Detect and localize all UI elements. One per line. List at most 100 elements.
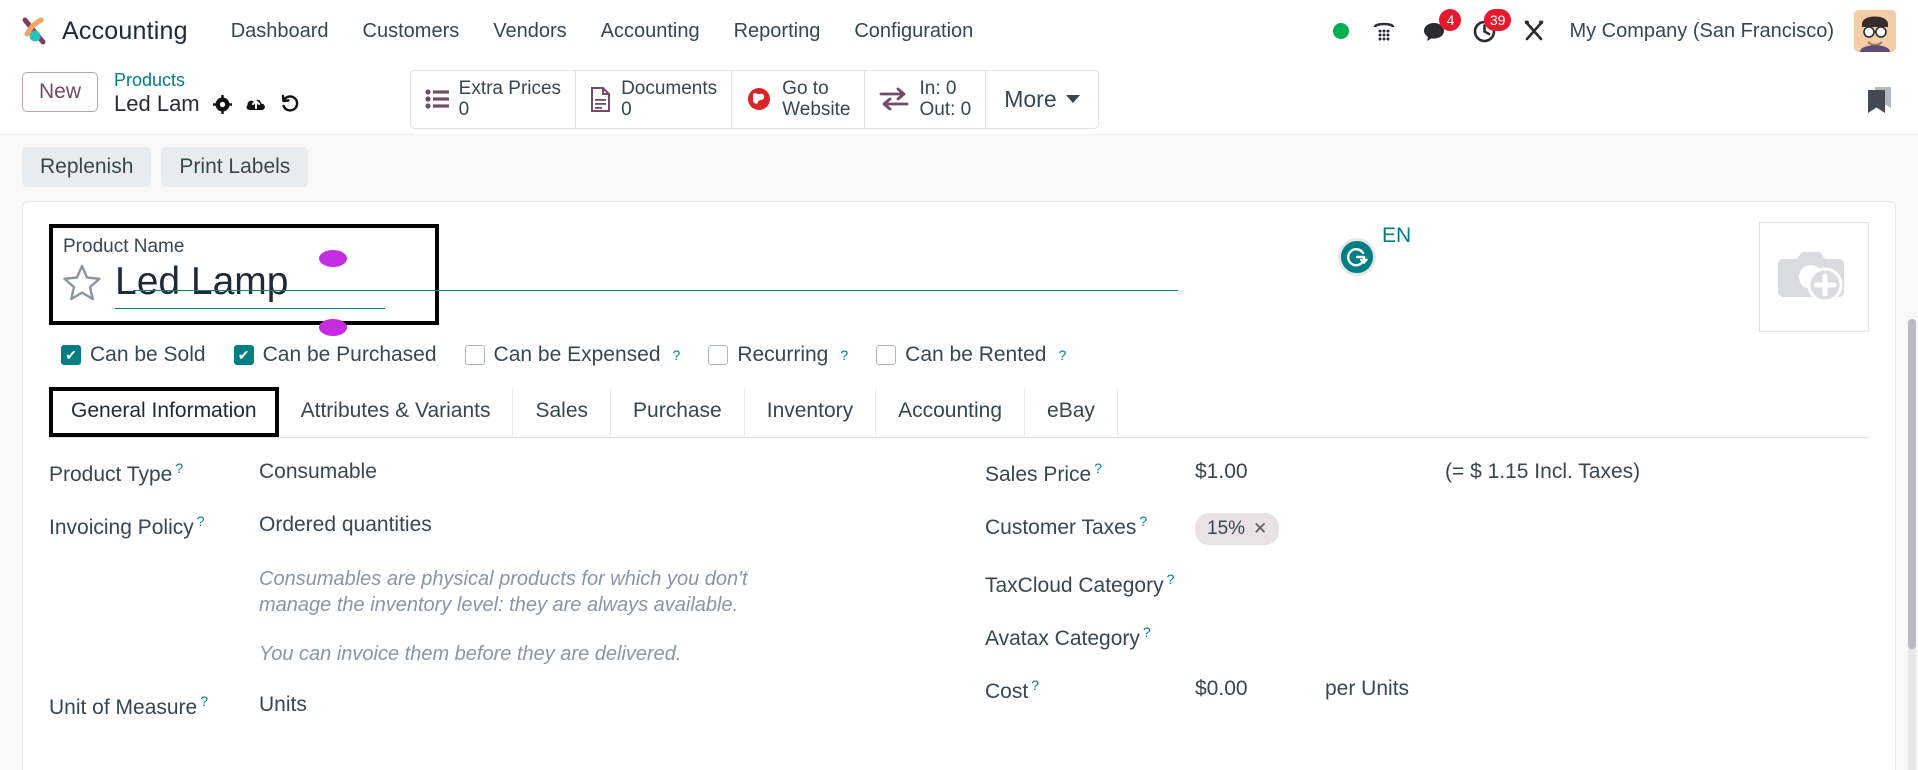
clock-activity-icon[interactable]: 39	[1469, 9, 1512, 46]
checkbox-item-can-be-rented[interactable]: Can be Rented ?	[876, 343, 1066, 367]
stat-buttons-group: Extra Prices 0 Documents 0 Go to Website…	[409, 70, 1099, 129]
stat-value-in: In: 0	[919, 78, 957, 99]
breadcrumb: Products Led Lam	[114, 70, 300, 117]
gear-icon[interactable]	[212, 94, 232, 114]
checkbox-item-can-be-expensed[interactable]: Can be Expensed ?	[464, 343, 681, 367]
label-invoicing-policy: Invoicing Policy?	[49, 513, 259, 540]
undo-discard-icon[interactable]	[280, 94, 300, 114]
checkbox-recurring[interactable]	[708, 345, 729, 365]
menu-item-reporting[interactable]: Reporting	[717, 12, 838, 51]
stat-button-in-out[interactable]: In: 0 Out: 0	[865, 71, 987, 128]
menu-item-vendors[interactable]: Vendors	[476, 12, 583, 51]
stat-button-extra-prices[interactable]: Extra Prices 0	[411, 71, 577, 128]
product-image-placeholder[interactable]	[1759, 222, 1869, 332]
checkbox-item-can-be-purchased[interactable]: Can be Purchased	[233, 343, 437, 367]
help-icon-product-type[interactable]: ?	[175, 460, 183, 476]
label-taxcloud-category-text: TaxCloud Category	[985, 574, 1164, 597]
help-icon-invoicing-policy[interactable]: ?	[197, 513, 205, 529]
document-icon	[590, 86, 611, 112]
hint-sales-price-incl-taxes: (= $ 1.15 Incl. Taxes)	[1445, 460, 1641, 483]
label-cost: Cost?	[985, 677, 1195, 704]
cloud-upload-save-icon[interactable]	[245, 95, 267, 113]
top-navbar: Accounting Dashboard Customers Vendors A…	[0, 0, 1918, 62]
brand[interactable]: Accounting	[18, 14, 188, 48]
menu-item-configuration[interactable]: Configuration	[837, 12, 990, 51]
bookmark-ribbon-icon[interactable]	[1864, 84, 1894, 121]
checkbox-can-be-sold[interactable]	[61, 345, 81, 365]
help-icon-recurring[interactable]: ?	[840, 347, 848, 363]
chat-bubble-icon[interactable]: 4	[1419, 9, 1462, 46]
tag-remove-icon[interactable]: ✕	[1253, 519, 1267, 539]
label-can-be-rented[interactable]: Can be Rented	[905, 343, 1046, 367]
control-panel: New Products Led Lam Extra Prices 0 Docu…	[0, 62, 1918, 134]
label-customer-taxes-text: Customer Taxes	[985, 516, 1137, 539]
label-can-be-purchased[interactable]: Can be Purchased	[263, 343, 437, 367]
tab-purchase[interactable]: Purchase	[611, 387, 745, 437]
tag-customer-tax-label: 15%	[1207, 518, 1246, 539]
tab-inventory[interactable]: Inventory	[745, 387, 877, 437]
help-icon-customer-taxes[interactable]: ?	[1139, 513, 1147, 529]
avatar[interactable]	[1854, 10, 1896, 52]
checkbox-can-be-purchased[interactable]	[233, 345, 254, 365]
help-icon-can-be-rented[interactable]: ?	[1058, 347, 1066, 363]
globe-icon	[746, 86, 772, 112]
stat-label-documents: Documents	[621, 78, 718, 99]
label-sales-price: Sales Price?	[985, 460, 1195, 487]
tab-ebay[interactable]: eBay	[1025, 387, 1118, 437]
language-code-label[interactable]: EN	[1382, 224, 1411, 248]
label-recurring[interactable]: Recurring	[737, 343, 828, 367]
label-cost-text: Cost	[985, 680, 1029, 703]
camera-add-photo-icon	[1777, 243, 1851, 312]
checkbox-can-be-expensed[interactable]	[464, 345, 485, 365]
menu-item-dashboard[interactable]: Dashboard	[214, 12, 346, 51]
label-unit-of-measure-text: Unit of Measure	[49, 696, 198, 720]
tab-general-information[interactable]: General Information	[49, 387, 279, 437]
tab-accounting[interactable]: Accounting	[876, 387, 1026, 437]
value-sales-price[interactable]: $1.00	[1195, 460, 1325, 484]
checkbox-can-be-rented[interactable]	[876, 345, 897, 365]
navbar-right-tools: 4 39 My Company (San Francisco)	[1333, 9, 1896, 52]
stat-value-extra-prices: 0	[458, 99, 470, 121]
menu-item-customers[interactable]: Customers	[346, 12, 477, 51]
value-invoicing-policy[interactable]: Ordered quantities	[259, 513, 432, 537]
label-can-be-sold[interactable]: Can be Sold	[90, 343, 206, 367]
product-name-input[interactable]	[115, 260, 385, 309]
print-labels-button[interactable]: Print Labels	[161, 147, 309, 187]
label-can-be-expensed[interactable]: Can be Expensed	[494, 343, 661, 367]
breadcrumb-parent-products[interactable]: Products	[114, 70, 300, 90]
star-favorite-icon[interactable]	[63, 264, 101, 305]
tag-customer-tax[interactable]: 15% ✕	[1195, 513, 1280, 545]
stat-button-documents[interactable]: Documents 0	[576, 71, 733, 128]
checkbox-item-can-be-sold[interactable]: Can be Sold	[61, 343, 206, 367]
replenish-button[interactable]: Replenish	[22, 147, 152, 187]
tab-attributes-variants[interactable]: Attributes & Variants	[279, 387, 514, 437]
stat-button-go-to-website[interactable]: Go to Website	[732, 71, 866, 128]
page-scrollbar-thumb[interactable]	[1908, 319, 1916, 649]
form-column-right: Sales Price? $1.00 (= $ 1.15 Incl. Taxes…	[959, 460, 1869, 746]
page-scrollbar[interactable]	[1908, 319, 1916, 770]
menu-item-accounting[interactable]: Accounting	[584, 12, 717, 51]
stat-label-go-to: Go to	[782, 78, 829, 99]
form-sheet-area: Product Name Led Lamp EN ✔ Can be Sold ✔…	[0, 201, 1918, 770]
help-icon-avatax-category[interactable]: ?	[1143, 624, 1151, 640]
help-icon-taxcloud-category[interactable]: ?	[1167, 571, 1175, 587]
more-button[interactable]: More	[986, 71, 1097, 128]
brand-name: Accounting	[62, 16, 188, 45]
help-icon-unit-of-measure[interactable]: ?	[200, 693, 208, 709]
product-name-highlight-box: Product Name	[49, 224, 439, 325]
phone-keypad-icon[interactable]	[1369, 16, 1399, 46]
value-cost[interactable]: $0.00	[1195, 677, 1325, 701]
value-product-type[interactable]: Consumable	[259, 460, 377, 484]
list-bullet-icon	[425, 89, 449, 109]
presence-dot-icon	[1333, 23, 1350, 39]
wrench-tools-icon[interactable]	[1519, 16, 1549, 46]
help-icon-can-be-expensed[interactable]: ?	[673, 347, 681, 363]
help-icon-cost[interactable]: ?	[1031, 677, 1039, 693]
translate-g-icon[interactable]	[1338, 238, 1376, 276]
tab-sales[interactable]: Sales	[513, 387, 612, 437]
help-icon-sales-price[interactable]: ?	[1094, 460, 1102, 476]
value-unit-of-measure[interactable]: Units	[259, 693, 307, 717]
checkbox-item-recurring[interactable]: Recurring ?	[708, 343, 848, 367]
new-button[interactable]: New	[22, 72, 99, 113]
company-selector[interactable]: My Company (San Francisco)	[1569, 20, 1834, 43]
